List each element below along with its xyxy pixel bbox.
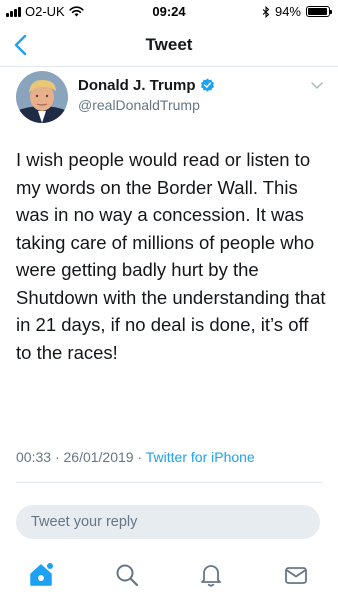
home-icon[interactable] — [28, 562, 54, 588]
author-name[interactable]: Donald J. Trump — [78, 77, 215, 94]
tweet-source-link[interactable]: Twitter for iPhone — [146, 449, 255, 465]
page-title: Tweet — [145, 35, 193, 54]
tweet-meta: 00:33 · 26/01/2019 · Twitter for iPhone — [16, 449, 255, 465]
battery-percent: 94% — [274, 4, 301, 19]
nav-bar: Tweet — [0, 24, 338, 67]
tweet-text: I wish people would read or listen to my… — [16, 149, 326, 363]
meta-separator: · — [54, 449, 60, 465]
messages-icon[interactable] — [283, 562, 309, 588]
divider — [16, 482, 322, 483]
author-handle[interactable]: @realDonaldTrump — [78, 97, 200, 113]
meta-separator: · — [137, 449, 143, 465]
avatar[interactable] — [16, 71, 68, 123]
verified-badge-icon — [200, 78, 214, 92]
reply-input[interactable]: Tweet your reply — [16, 505, 320, 539]
tweet-time: 00:33 — [16, 449, 52, 465]
search-icon[interactable] — [114, 562, 140, 588]
battery-icon — [306, 6, 332, 17]
tweet-date: 26/01/2019 — [63, 449, 134, 465]
tweet-author: Donald J. Trump @realDonaldTrump — [0, 66, 338, 126]
author-name-label: Donald J. Trump — [78, 77, 196, 94]
tab-bar — [0, 548, 338, 600]
notifications-icon[interactable] — [198, 562, 224, 588]
battery-level — [308, 8, 327, 15]
bluetooth-icon — [262, 5, 270, 18]
chevron-down-icon[interactable] — [310, 80, 324, 90]
status-bar: O2-UK 09:24 94% — [0, 0, 338, 24]
status-right: 94% — [262, 4, 332, 19]
